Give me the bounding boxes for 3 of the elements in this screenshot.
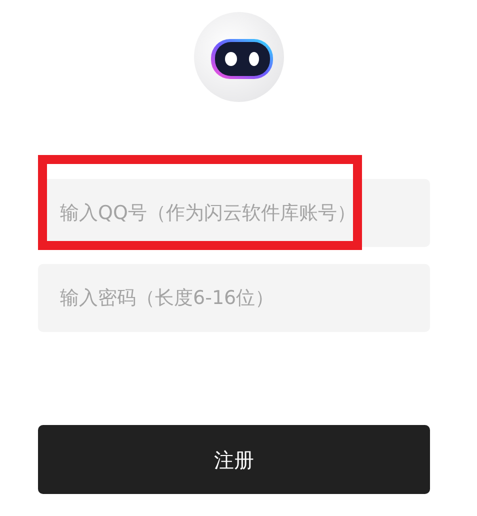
register-button[interactable]: 注册: [38, 425, 430, 494]
robot-logo-icon: [192, 11, 284, 103]
text-field[interactable]: 输入密码（长度6-16位）: [38, 264, 430, 332]
